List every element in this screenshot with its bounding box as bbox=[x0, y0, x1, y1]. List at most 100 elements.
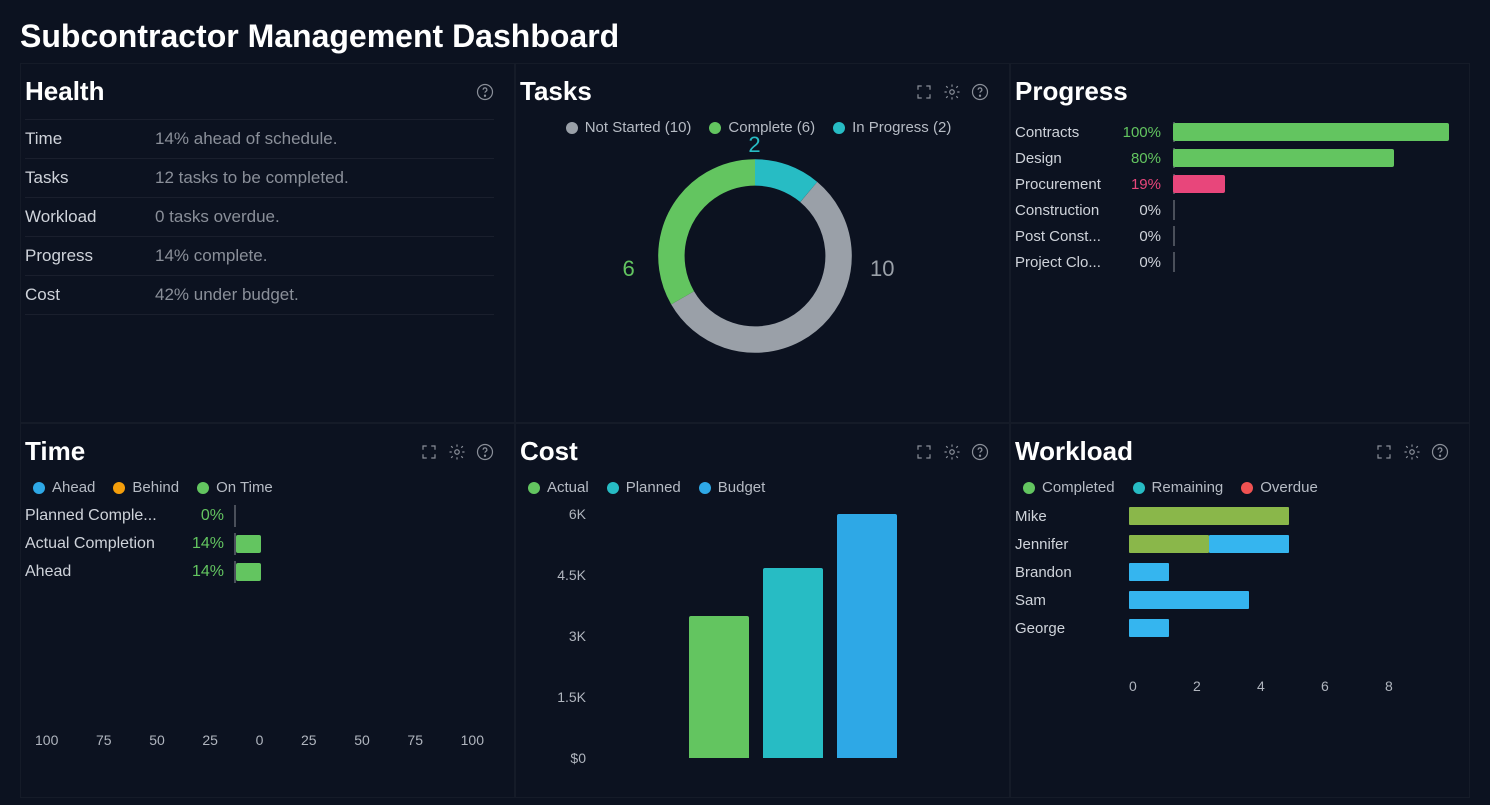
progress-row: Design80% bbox=[1015, 149, 1449, 167]
workload-bar bbox=[1129, 618, 1449, 638]
time-name: Planned Comple... bbox=[25, 507, 170, 525]
gear-icon[interactable] bbox=[1403, 443, 1421, 461]
progress-pct: 0% bbox=[1119, 254, 1161, 271]
time-row: Actual Completion14% bbox=[25, 534, 494, 554]
legend-item[interactable]: Not Started (10) bbox=[566, 119, 692, 136]
progress-pct: 19% bbox=[1119, 176, 1161, 193]
legend-label: On Time bbox=[216, 479, 273, 496]
workload-row: Mike bbox=[1015, 506, 1449, 526]
panel-title-workload: Workload bbox=[1015, 436, 1133, 467]
panel-title-tasks: Tasks bbox=[520, 76, 592, 107]
workload-legend: Completed Remaining Overdue bbox=[1023, 479, 1449, 496]
legend-item[interactable]: Complete (6) bbox=[709, 119, 815, 136]
panel-title-time: Time bbox=[25, 436, 85, 467]
gear-icon[interactable] bbox=[943, 83, 961, 101]
axis-tick: 75 bbox=[96, 732, 112, 748]
gear-icon[interactable] bbox=[943, 443, 961, 461]
help-icon[interactable] bbox=[476, 83, 494, 101]
donut-label-complete: 6 bbox=[623, 256, 635, 282]
health-row: Workload0 tasks overdue. bbox=[25, 198, 494, 237]
health-value: 14% ahead of schedule. bbox=[155, 129, 337, 149]
axis-tick: 75 bbox=[407, 732, 423, 748]
legend-item[interactable]: Overdue bbox=[1241, 479, 1318, 496]
cost-bar-planned bbox=[763, 568, 823, 758]
expand-icon[interactable] bbox=[1375, 443, 1393, 461]
workload-seg-completed bbox=[1129, 507, 1289, 525]
legend-item[interactable]: Actual bbox=[528, 479, 589, 496]
axis-tick: 100 bbox=[35, 732, 58, 748]
workload-name: Brandon bbox=[1015, 564, 1115, 581]
axis-tick: 8 bbox=[1385, 678, 1449, 694]
legend-item[interactable]: Budget bbox=[699, 479, 766, 496]
panel-title-progress: Progress bbox=[1015, 76, 1128, 107]
workload-seg-remaining bbox=[1209, 535, 1289, 553]
expand-icon[interactable] bbox=[420, 443, 438, 461]
time-legend: Ahead Behind On Time bbox=[33, 479, 494, 496]
health-row: Time14% ahead of schedule. bbox=[25, 119, 494, 159]
legend-item[interactable]: Remaining bbox=[1133, 479, 1224, 496]
progress-name: Post Const... bbox=[1015, 228, 1107, 245]
legend-item[interactable]: In Progress (2) bbox=[833, 119, 951, 136]
workload-name: Sam bbox=[1015, 592, 1115, 609]
health-row: Cost42% under budget. bbox=[25, 276, 494, 315]
legend-dot-icon bbox=[33, 482, 45, 494]
axis-tick: 1.5K bbox=[557, 689, 586, 705]
legend-item[interactable]: Completed bbox=[1023, 479, 1115, 496]
progress-row: Procurement19% bbox=[1015, 175, 1449, 193]
workload-bar bbox=[1129, 562, 1449, 582]
legend-label: Planned bbox=[626, 479, 681, 496]
workload-bar bbox=[1129, 534, 1449, 554]
legend-label: Budget bbox=[718, 479, 766, 496]
legend-label: In Progress (2) bbox=[852, 119, 951, 136]
legend-label: Not Started (10) bbox=[585, 119, 692, 136]
workload-row: Sam bbox=[1015, 590, 1449, 610]
progress-row: Project Clo...0% bbox=[1015, 253, 1449, 271]
donut-label-inprogress: 2 bbox=[748, 132, 760, 158]
health-label: Progress bbox=[25, 246, 155, 266]
help-icon[interactable] bbox=[476, 443, 494, 461]
legend-dot-icon bbox=[113, 482, 125, 494]
cost-bar-budget bbox=[837, 514, 897, 758]
legend-label: Complete (6) bbox=[728, 119, 815, 136]
legend-dot-icon bbox=[197, 482, 209, 494]
legend-item[interactable]: Behind bbox=[113, 479, 179, 496]
health-value: 0 tasks overdue. bbox=[155, 207, 280, 227]
time-pct: 14% bbox=[180, 563, 224, 581]
workload-row: George bbox=[1015, 618, 1449, 638]
legend-item[interactable]: On Time bbox=[197, 479, 273, 496]
gear-icon[interactable] bbox=[448, 443, 466, 461]
progress-pct: 80% bbox=[1119, 150, 1161, 167]
progress-bar bbox=[1173, 123, 1449, 141]
time-pct: 14% bbox=[180, 535, 224, 553]
cost-legend: Actual Planned Budget bbox=[528, 479, 989, 496]
legend-label: Behind bbox=[132, 479, 179, 496]
time-axis: 1007550250255075100 bbox=[35, 732, 484, 748]
legend-dot-icon bbox=[566, 122, 578, 134]
help-icon[interactable] bbox=[1431, 443, 1449, 461]
panel-time: Time Ahead Behind On Time Planned Comple..… bbox=[20, 423, 515, 798]
time-bar bbox=[234, 534, 424, 554]
legend-dot-icon bbox=[699, 482, 711, 494]
axis-tick: 0 bbox=[256, 732, 264, 748]
legend-item[interactable]: Planned bbox=[607, 479, 681, 496]
axis-tick: 25 bbox=[202, 732, 218, 748]
axis-tick: 2 bbox=[1193, 678, 1257, 694]
expand-icon[interactable] bbox=[915, 443, 933, 461]
health-label: Cost bbox=[25, 285, 155, 305]
expand-icon[interactable] bbox=[915, 83, 933, 101]
workload-bar bbox=[1129, 506, 1449, 526]
time-pct: 0% bbox=[180, 507, 224, 525]
workload-axis: 02468 bbox=[1129, 678, 1449, 694]
workload-name: George bbox=[1015, 620, 1115, 637]
progress-bar bbox=[1173, 149, 1449, 167]
legend-label: Actual bbox=[547, 479, 589, 496]
progress-pct: 100% bbox=[1119, 124, 1161, 141]
progress-row: Construction0% bbox=[1015, 201, 1449, 219]
panel-health: Health Time14% ahead of schedule.Tasks12… bbox=[20, 63, 515, 423]
health-value: 12 tasks to be completed. bbox=[155, 168, 349, 188]
help-icon[interactable] bbox=[971, 443, 989, 461]
page-title: Subcontractor Management Dashboard bbox=[20, 18, 1470, 55]
help-icon[interactable] bbox=[971, 83, 989, 101]
progress-pct: 0% bbox=[1119, 202, 1161, 219]
legend-item[interactable]: Ahead bbox=[33, 479, 95, 496]
